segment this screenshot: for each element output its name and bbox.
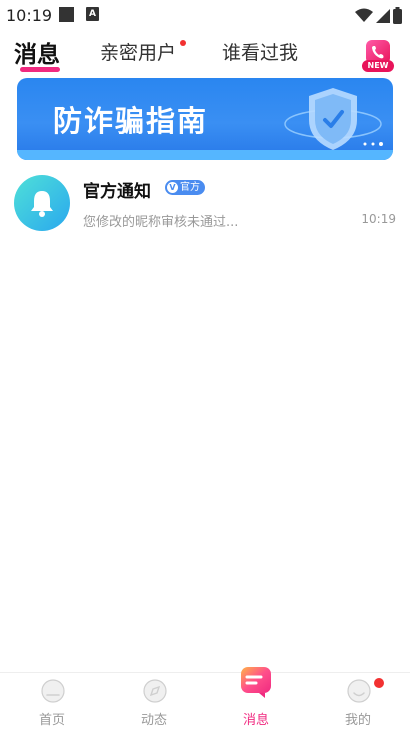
nav-profile-label: 我的	[344, 713, 371, 728]
nav-home[interactable]: 首页	[2, 673, 102, 730]
shield-icon	[284, 88, 383, 150]
message-preview: 您修改的昵称审核未通过...	[83, 215, 239, 230]
new-badge: NEW	[362, 60, 394, 72]
nav-feed[interactable]: 动态	[104, 673, 204, 730]
nav-messages-label: 消息	[242, 713, 269, 728]
official-badge: V 官方	[165, 180, 205, 195]
active-tab-indicator	[20, 67, 60, 72]
profile-icon	[347, 679, 371, 703]
nav-messages[interactable]: 消息	[206, 667, 306, 730]
top-tabs: 消息 亲密用户 谁看过我	[0, 30, 410, 76]
nav-home-label: 首页	[38, 713, 65, 728]
battery-icon	[393, 6, 402, 24]
bottom-nav: 首页 动态 消息 我的	[0, 667, 410, 730]
message-time: 10:19	[361, 212, 396, 226]
profile-notification-dot	[374, 678, 384, 688]
home-icon	[41, 679, 65, 703]
notification-icon	[59, 7, 74, 22]
call-button[interactable]: NEW	[362, 38, 394, 74]
list-item-official-notice[interactable]: 官方通知 V 官方 您修改的昵称审核未通过... 10:19	[0, 168, 410, 240]
bell-icon	[31, 191, 53, 217]
tab-intimate-users[interactable]: 亲密用户	[100, 38, 176, 65]
message-title: 官方通知	[83, 182, 151, 202]
anti-fraud-banner[interactable]: 防诈骗指南	[17, 78, 393, 160]
status-time: 10:19	[6, 6, 53, 25]
banner-title: 防诈骗指南	[53, 104, 209, 138]
official-notice-avatar	[14, 175, 70, 231]
signal-icon	[376, 8, 390, 23]
wifi-icon	[355, 8, 373, 22]
system-icons	[355, 6, 402, 24]
nav-profile[interactable]: 我的	[308, 673, 408, 730]
status-bar: 10:19 A	[0, 0, 410, 30]
a-notification-icon: A	[86, 7, 99, 21]
verified-icon: V	[167, 182, 178, 193]
message-icon	[241, 667, 271, 698]
compass-icon	[143, 679, 167, 703]
tab-who-viewed-me[interactable]: 谁看过我	[222, 38, 298, 65]
official-badge-label: 官方	[180, 182, 200, 193]
nav-feed-label: 动态	[140, 713, 167, 728]
tab-messages[interactable]: 消息	[14, 35, 60, 69]
intimate-users-dot	[180, 40, 186, 46]
